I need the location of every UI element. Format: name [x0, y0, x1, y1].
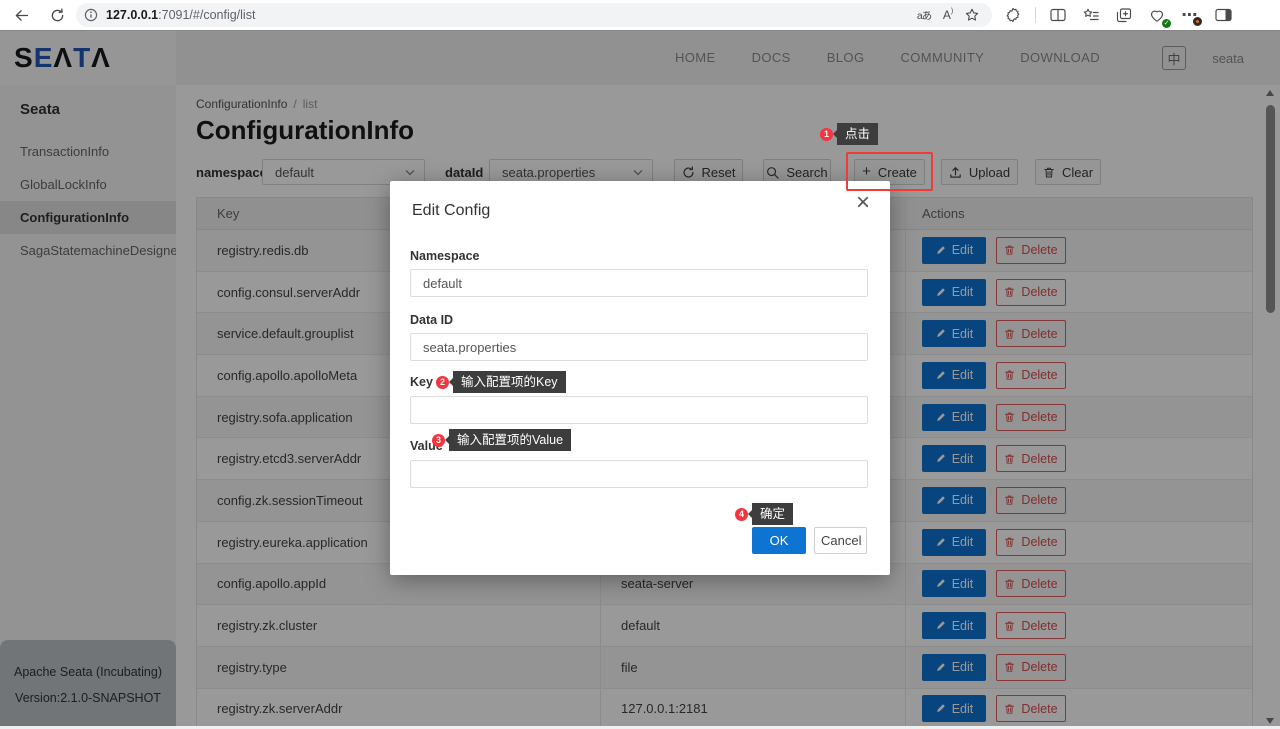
url-host: 127.0.0.1: [106, 8, 158, 22]
sidebar-toggle-icon[interactable]: [1212, 4, 1234, 26]
site-info-icon[interactable]: [84, 8, 98, 22]
close-icon[interactable]: ×: [856, 191, 870, 215]
modal-title: Edit Config: [412, 202, 490, 220]
browser-refresh-button[interactable]: [44, 3, 70, 27]
browser-back-button[interactable]: [8, 3, 34, 27]
url-text[interactable]: 127.0.0.1:7091/#/config/list: [106, 8, 912, 22]
annotation-step3: 3 输入配置项的Value: [432, 429, 571, 451]
annotation-step4: 4 确定: [735, 503, 793, 525]
settings-menu-icon[interactable]: ⋯: [1179, 4, 1201, 26]
favorite-star-icon[interactable]: [960, 4, 984, 26]
annotation-tooltip: 输入配置项的Value: [449, 429, 571, 451]
key-input[interactable]: [410, 396, 868, 424]
split-screen-icon[interactable]: [1047, 4, 1069, 26]
essentials-check-badge: ✓: [1162, 19, 1171, 28]
back-arrow-icon: [13, 7, 30, 24]
collections-icon[interactable]: [1113, 4, 1135, 26]
value-input[interactable]: [410, 460, 868, 488]
annotation-tooltip: 输入配置项的Key: [453, 371, 566, 393]
translate-icon[interactable]: aあ: [912, 4, 936, 26]
browser-action-icons: ✓ ⋯: [1002, 4, 1234, 26]
address-bar[interactable]: 127.0.0.1:7091/#/config/list aあ A): [76, 3, 992, 27]
seata-console-window: 127.0.0.1:7091/#/config/list aあ A): [0, 0, 1280, 729]
annotation-number-badge: 3: [432, 434, 445, 447]
read-aloud-icon[interactable]: A): [936, 4, 960, 26]
ok-button[interactable]: OK: [752, 527, 806, 554]
browser-extensions-icon[interactable]: [1002, 4, 1024, 26]
favorites-list-icon[interactable]: [1080, 4, 1102, 26]
url-path: :7091/#/config/list: [158, 8, 255, 22]
annotation-number-badge: 4: [735, 508, 748, 521]
notification-badge: [1192, 16, 1203, 27]
dataid-input[interactable]: [410, 333, 868, 361]
annotation-tooltip: 确定: [752, 503, 793, 525]
annotation-number-badge: 1: [820, 128, 833, 141]
annotation-step1: 1 点击: [820, 123, 878, 145]
annotation-step2: 2 输入配置项的Key: [436, 371, 566, 393]
refresh-icon: [50, 8, 65, 23]
toolbar-divider: [1035, 7, 1036, 23]
browser-toolbar: 127.0.0.1:7091/#/config/list aあ A): [0, 0, 1280, 31]
namespace-input[interactable]: [410, 269, 868, 297]
key-field-label: Key: [410, 375, 433, 389]
namespace-field-label: Namespace: [410, 249, 480, 263]
browser-essentials-icon[interactable]: ✓: [1146, 4, 1168, 26]
cancel-button[interactable]: Cancel: [814, 527, 867, 554]
annotation-tooltip: 点击: [837, 123, 878, 145]
annotation-number-badge: 2: [436, 376, 449, 389]
dataid-field-label: Data ID: [410, 313, 453, 327]
